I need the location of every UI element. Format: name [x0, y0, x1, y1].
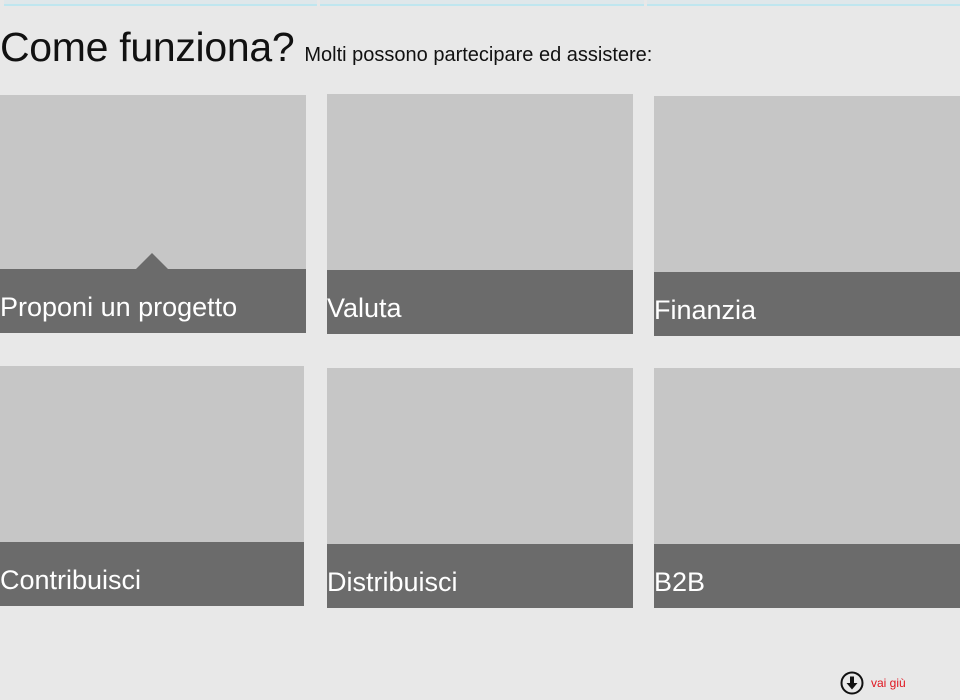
card-label: Finanzia	[654, 295, 757, 325]
card-label: Contribuisci	[0, 565, 142, 595]
card-label: Proponi un progetto	[0, 292, 238, 322]
scroll-down-label: vai giù	[871, 676, 906, 690]
top-tab-3[interactable]	[647, 0, 960, 6]
card-distribuisci[interactable]: Distribuisci	[327, 368, 633, 608]
card-valuta[interactable]: Valuta	[327, 94, 633, 334]
page-title: Come funziona?	[0, 24, 295, 70]
card-label: Valuta	[327, 293, 402, 323]
card-contribuisci[interactable]: Contribuisci	[0, 366, 304, 606]
selected-pointer-icon	[135, 253, 169, 270]
section-heading: Come funziona? Molti possono partecipare …	[0, 24, 652, 71]
card-b2b[interactable]: B2B	[654, 368, 960, 608]
card-label: Distribuisci	[327, 567, 458, 597]
top-tab-strip	[0, 0, 960, 6]
card-finanzia[interactable]: Finanzia	[654, 96, 960, 336]
scroll-down-link[interactable]: vai giù	[840, 671, 906, 695]
page-subtitle: Molti possono partecipare ed assistere:	[304, 44, 653, 66]
top-tab-1[interactable]	[4, 0, 317, 6]
page: Come funziona? Molti possono partecipare …	[0, 0, 960, 700]
card-label: B2B	[654, 567, 706, 597]
card-proponi-un-progetto[interactable]: Proponi un progetto	[0, 95, 306, 333]
top-tab-2[interactable]	[320, 0, 644, 6]
arrow-down-circle-icon	[840, 671, 864, 695]
